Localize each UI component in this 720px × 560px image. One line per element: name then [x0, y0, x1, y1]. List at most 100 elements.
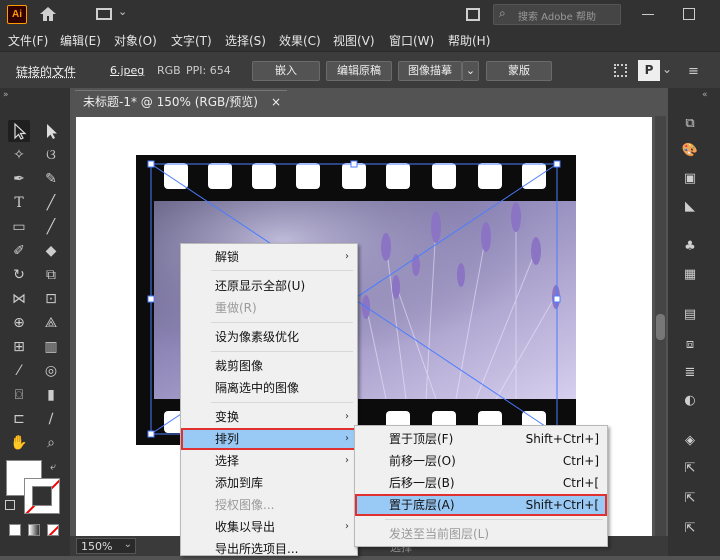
- symbols-panel-icon[interactable]: ♣: [680, 238, 700, 256]
- image-trace-button[interactable]: 图像描摹: [398, 61, 462, 81]
- workspace-layout-icon[interactable]: [96, 8, 112, 20]
- color-mode-icon[interactable]: [9, 524, 21, 536]
- menu-select[interactable]: 选择(S): [225, 32, 266, 49]
- maximize-button[interactable]: [683, 8, 695, 20]
- type-tool-icon[interactable]: T: [8, 192, 30, 214]
- align-panel-icon[interactable]: P: [638, 60, 660, 81]
- properties-panel-icon[interactable]: ⧉: [680, 115, 700, 133]
- swap-fill-stroke-icon[interactable]: ⤶: [50, 460, 56, 474]
- align-panel-icon[interactable]: ≣: [680, 364, 700, 382]
- menu-item-pixel-optimize[interactable]: 设为像素级优化: [181, 326, 357, 348]
- none-mode-icon[interactable]: [47, 524, 59, 536]
- symbol-sprayer-tool-icon[interactable]: ⌼: [8, 384, 30, 406]
- image-trace-dropdown[interactable]: ⌄: [462, 61, 479, 81]
- artboard-tool-icon[interactable]: ⊏: [8, 408, 30, 430]
- appearance-panel-icon[interactable]: ⧈: [680, 336, 700, 354]
- panel-collapse-icon[interactable]: »: [3, 90, 9, 100]
- search-field[interactable]: ⌕ 搜索 Adobe 帮助: [493, 4, 621, 25]
- brush-panel-icon[interactable]: ◣: [680, 198, 700, 216]
- free-transform-tool-icon[interactable]: ⊡: [40, 288, 62, 310]
- transparency-panel-icon[interactable]: ▤: [680, 306, 700, 324]
- color-panel-icon[interactable]: 🎨: [680, 142, 700, 160]
- menu-item-transform[interactable]: 变换 ›: [181, 406, 357, 428]
- embed-button[interactable]: 嵌入: [252, 61, 320, 81]
- menu-edit[interactable]: 编辑(E): [60, 32, 101, 49]
- shaper-tool-icon[interactable]: ✐: [8, 240, 30, 262]
- slice-tool-icon[interactable]: ∕: [40, 408, 62, 430]
- submenu-send-backward[interactable]: 后移一层(B) Ctrl+[: [355, 472, 607, 494]
- menu-item-isolate-image[interactable]: 隔离选中的图像: [181, 377, 357, 399]
- menu-item-license-image: 授权图像...: [215, 498, 275, 512]
- menu-object[interactable]: 对象(O): [114, 32, 157, 49]
- chevron-down-icon[interactable]: ⌄: [662, 62, 672, 76]
- edit-original-button[interactable]: 编辑原稿: [326, 61, 392, 81]
- line-tool-icon[interactable]: ╱: [40, 192, 62, 214]
- right-panel-scrollbar[interactable]: [655, 116, 666, 536]
- perspective-grid-tool-icon[interactable]: ⟁: [40, 312, 62, 334]
- panel-collapse-icon[interactable]: «: [702, 90, 708, 100]
- pathfinder-panel-icon[interactable]: ◐: [680, 392, 700, 410]
- magic-wand-tool-icon[interactable]: ✧: [8, 144, 30, 166]
- chevron-down-icon[interactable]: ⌄: [118, 5, 127, 18]
- arrange-submenu: 置于顶层(F) Shift+Ctrl+] 前移一层(O) Ctrl+] 后移一层(B…: [354, 425, 608, 547]
- zoom-select[interactable]: 150% ⌄: [76, 538, 136, 554]
- menu-item-select[interactable]: 选择 ›: [181, 450, 357, 472]
- layers-panel-icon[interactable]: ◈: [680, 432, 700, 450]
- rotate-tool-icon[interactable]: ↻: [8, 264, 30, 286]
- arrange-docs-icon[interactable]: [466, 8, 480, 21]
- home-icon[interactable]: [38, 5, 58, 23]
- submenu-bring-to-front[interactable]: 置于顶层(F) Shift+Ctrl+]: [355, 428, 607, 450]
- menu-type[interactable]: 文字(T): [171, 32, 212, 49]
- column-graph-tool-icon[interactable]: ▮: [40, 384, 62, 406]
- menu-item-restore[interactable]: 还原显示全部(U): [181, 275, 357, 297]
- menu-item-export-selection[interactable]: 导出所选项目...: [181, 538, 357, 560]
- blend-tool-icon[interactable]: ◎: [40, 360, 62, 382]
- menu-view[interactable]: 视图(V): [333, 32, 375, 49]
- width-tool-icon[interactable]: ⋈: [8, 288, 30, 310]
- menu-item-unlock[interactable]: 解锁 ›: [181, 246, 357, 268]
- submenu-send-to-back[interactable]: 置于底层(A) Shift+Ctrl+[: [355, 494, 607, 516]
- submenu-bring-forward[interactable]: 前移一层(O) Ctrl+]: [355, 450, 607, 472]
- pen-tool-icon[interactable]: ✒: [8, 168, 30, 190]
- curvature-tool-icon[interactable]: ✎: [40, 168, 62, 190]
- graphic-styles-icon[interactable]: ▦: [680, 266, 700, 284]
- menu-help[interactable]: 帮助(H): [448, 32, 490, 49]
- hand-tool-icon[interactable]: ✋: [8, 432, 30, 454]
- direct-selection-tool-icon[interactable]: [40, 120, 62, 142]
- zoom-tool-icon[interactable]: ⌕: [40, 432, 62, 454]
- menu-effect[interactable]: 效果(C): [279, 32, 321, 49]
- libraries-icon[interactable]: ⇱: [680, 520, 700, 538]
- menu-window[interactable]: 窗口(W): [389, 32, 434, 49]
- gradient-tool-icon[interactable]: ▥: [40, 336, 62, 358]
- rectangle-tool-icon[interactable]: ▭: [8, 216, 30, 238]
- search-icon: ⌕: [499, 6, 506, 20]
- menu-item-add-to-library[interactable]: 添加到库: [181, 472, 357, 494]
- default-colors-icon[interactable]: [5, 500, 15, 510]
- close-icon[interactable]: ×: [271, 91, 281, 113]
- submenu-send-to-current-layer: 发送至当前图层(L): [389, 527, 490, 541]
- selection-tool-icon[interactable]: [8, 120, 30, 142]
- menu-file[interactable]: 文件(F): [8, 32, 48, 49]
- mesh-tool-icon[interactable]: ⊞: [8, 336, 30, 358]
- paintbrush-tool-icon[interactable]: ╱: [40, 216, 62, 238]
- menu-item-collect-for-export[interactable]: 收集以导出 ›: [181, 516, 357, 538]
- eraser-tool-icon[interactable]: ◆: [40, 240, 62, 262]
- mask-button[interactable]: 蒙版: [486, 61, 552, 81]
- shape-builder-tool-icon[interactable]: ⊕: [8, 312, 30, 334]
- grid-icon[interactable]: [614, 64, 627, 77]
- linked-file-label[interactable]: 链接的文件: [16, 63, 76, 80]
- scale-tool-icon[interactable]: ⧉: [40, 264, 62, 286]
- document-tab[interactable]: 未标题-1* @ 150% (RGB/预览) ×: [75, 90, 287, 112]
- panel-menu-icon[interactable]: ≡: [688, 64, 699, 79]
- filename-link[interactable]: 6.jpeg: [110, 64, 144, 77]
- lasso-tool-icon[interactable]: ଓ: [40, 144, 62, 166]
- export-icon[interactable]: ⇱: [680, 460, 700, 478]
- menu-item-crop-image[interactable]: 裁剪图像: [181, 355, 357, 377]
- layers-doc-icon[interactable]: ▣: [680, 170, 700, 188]
- minimize-button[interactable]: [642, 14, 654, 15]
- menu-item-arrange[interactable]: 排列 ›: [181, 428, 357, 450]
- gradient-mode-icon[interactable]: [28, 524, 40, 536]
- export-assets-icon[interactable]: ⇱: [680, 490, 700, 508]
- eyedropper-tool-icon[interactable]: ⁄: [8, 360, 30, 382]
- scroll-thumb[interactable]: [656, 314, 665, 340]
